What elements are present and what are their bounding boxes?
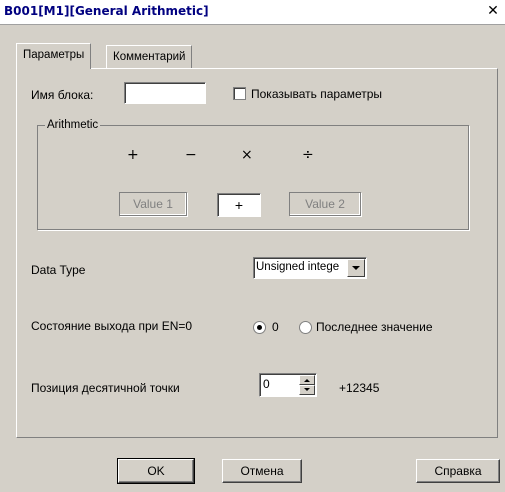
plus-operator: + xyxy=(127,147,139,163)
output-state-label: Состояние выхода при EN=0 xyxy=(31,319,193,333)
radio-selected-dot xyxy=(257,325,262,330)
block-name-input[interactable] xyxy=(124,82,206,104)
close-icon[interactable]: ✕ xyxy=(485,3,501,19)
decimal-point-label: Позиция десятичной точки xyxy=(31,381,180,395)
title-bar: B001[M1][General Arithmetic] ✕ xyxy=(0,0,505,25)
spin-up-icon xyxy=(304,379,310,382)
tab-panel-parameters: Имя блока: Показывать параметры Arithmet… xyxy=(16,68,498,438)
radio-last-value-label: Последнее значение xyxy=(316,320,433,334)
multiply-operator: × xyxy=(241,147,253,163)
spin-down-icon xyxy=(304,388,310,391)
decimal-preview: +12345 xyxy=(339,381,380,395)
chevron-down-icon xyxy=(352,266,360,270)
spin-down-button[interactable] xyxy=(299,385,315,395)
radio-zero-label: 0 xyxy=(272,320,279,334)
data-type-label: Data Type xyxy=(31,263,86,277)
tab-comment[interactable]: Комментарий xyxy=(106,45,193,68)
data-type-select[interactable]: Unsigned intege xyxy=(253,257,367,279)
arithmetic-legend: Arithmetic xyxy=(45,119,101,131)
decimal-point-value: 0 xyxy=(263,377,270,391)
ok-button[interactable]: OK xyxy=(117,458,195,484)
value2-field[interactable]: Value 2 xyxy=(289,192,361,216)
operator-select[interactable]: + xyxy=(217,193,261,217)
radio-zero[interactable] xyxy=(253,321,266,334)
radio-last-value[interactable] xyxy=(299,321,312,334)
decimal-point-spinner[interactable]: 0 xyxy=(259,373,317,397)
data-type-value: Unsigned intege xyxy=(256,261,340,273)
window-title: B001[M1][General Arithmetic] xyxy=(4,4,209,18)
minus-operator: − xyxy=(185,147,197,163)
block-name-label: Имя блока: xyxy=(31,88,94,102)
value1-field[interactable]: Value 1 xyxy=(119,192,187,216)
spin-up-button[interactable] xyxy=(299,375,315,385)
dropdown-button[interactable] xyxy=(347,259,365,277)
cancel-button[interactable]: Отмена xyxy=(222,459,302,483)
divide-operator: ÷ xyxy=(302,147,314,163)
show-params-label: Показывать параметры xyxy=(251,87,383,101)
show-params-checkbox[interactable] xyxy=(233,87,246,100)
tab-parameters[interactable]: Параметры xyxy=(16,43,92,69)
help-button[interactable]: Справка xyxy=(416,459,500,483)
